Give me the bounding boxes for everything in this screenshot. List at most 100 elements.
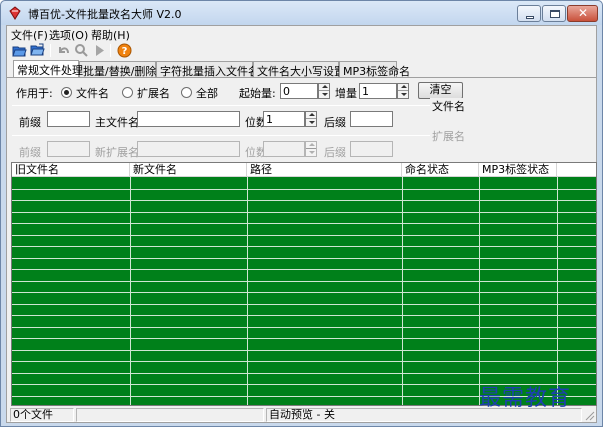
close-icon: ✕ — [578, 6, 589, 20]
tab-border — [7, 77, 596, 78]
svg-text:?: ? — [122, 46, 128, 57]
menu-help[interactable]: 帮助(H) — [91, 27, 130, 43]
minimize-icon — [526, 16, 534, 19]
spin-down-icon — [322, 93, 328, 96]
filename-group-border — [12, 105, 432, 106]
row-divider — [12, 223, 596, 224]
ext-prefix-input[interactable] — [47, 141, 90, 157]
app-window: 博百优-文件批量改名大师 V2.0 ✕ 文件(F) 选项(O) 帮助(H) ? … — [0, 0, 603, 427]
list-body[interactable] — [12, 177, 596, 405]
minimize-button[interactable] — [517, 5, 541, 22]
ext-suffix-input[interactable] — [350, 141, 393, 157]
undo-icon[interactable] — [56, 43, 71, 58]
radio-filename[interactable] — [61, 87, 72, 98]
toolbar-separator — [50, 44, 51, 57]
tab-mp3-tags[interactable]: MP3标签命名 — [339, 61, 410, 78]
step-spinner[interactable] — [397, 83, 409, 99]
toolbar: ? — [7, 42, 596, 60]
search-icon[interactable] — [74, 43, 89, 58]
start-spinner[interactable] — [318, 83, 330, 99]
apply-to-label: 作用于: — [16, 87, 53, 100]
row-divider — [12, 189, 596, 190]
tab-case-settings[interactable]: 文件名大小写设置 — [253, 61, 345, 78]
ext-digits-input[interactable] — [263, 141, 305, 157]
spin-up-icon — [322, 85, 328, 88]
client-area: 文件(F) 选项(O) 帮助(H) ? 常规文件处理 批量/替换/删除 字符批量… — [6, 25, 597, 423]
column-mp3-status[interactable]: MP3标签状态 — [479, 163, 557, 177]
column-new-name[interactable]: 新文件名 — [130, 163, 247, 177]
main-filename-label: 主文件名 — [95, 116, 139, 129]
title-bar[interactable]: 博百优-文件批量改名大师 V2.0 ✕ — [1, 1, 602, 25]
row-divider — [12, 200, 596, 201]
tab-strip: 常规文件处理 批量/替换/删除 字符批量插入文件名 文件名大小写设置 MP3标签… — [7, 60, 596, 78]
spin-up-icon — [401, 85, 407, 88]
clear-button[interactable]: 清空 — [418, 82, 463, 99]
main-filename-input[interactable] — [137, 111, 240, 127]
radio-filename-label[interactable]: 文件名 — [76, 85, 109, 101]
maximize-icon — [550, 10, 560, 18]
filename-suffix-input[interactable] — [350, 111, 393, 127]
app-logo-icon — [9, 6, 21, 20]
filename-digits-spinner[interactable] — [305, 111, 317, 127]
extension-group-border — [12, 135, 432, 136]
row-divider — [12, 269, 596, 270]
spin-up-icon — [309, 113, 315, 116]
row-divider — [12, 281, 596, 282]
new-extension-label: 新扩展名 — [95, 146, 139, 159]
menu-file[interactable]: 文件(F) — [11, 27, 48, 43]
tab-general[interactable]: 常规文件处理 — [13, 60, 83, 77]
new-extension-input[interactable] — [137, 141, 240, 157]
help-icon[interactable]: ? — [117, 43, 132, 58]
filename-group-title: 文件名 — [430, 98, 467, 114]
ext-digits-spinner[interactable] — [305, 141, 317, 157]
window-title: 博百优-文件批量改名大师 V2.0 — [28, 8, 182, 21]
row-divider — [12, 373, 596, 374]
step-label: 增量 — [335, 87, 357, 100]
spin-down-icon — [309, 151, 315, 154]
row-divider — [12, 304, 596, 305]
filename-prefix-label: 前缀 — [19, 116, 41, 129]
toolbar-separator — [110, 44, 111, 57]
close-button[interactable]: ✕ — [567, 5, 598, 22]
list-header: 旧文件名 新文件名 路径 命名状态 MP3标签状态 — [12, 163, 596, 177]
resize-grip-icon[interactable] — [583, 409, 595, 421]
ext-prefix-label: 前缀 — [19, 146, 41, 159]
radio-extension[interactable] — [122, 87, 133, 98]
open-folder-icon[interactable] — [30, 43, 45, 58]
spin-up-icon — [309, 143, 315, 146]
row-divider — [12, 361, 596, 362]
file-list[interactable]: 旧文件名 新文件名 路径 命名状态 MP3标签状态 — [11, 162, 597, 406]
spin-down-icon — [309, 121, 315, 124]
start-label: 起始量: — [239, 87, 276, 100]
row-divider — [12, 315, 596, 316]
maximize-button[interactable] — [542, 5, 566, 22]
column-rename-status[interactable]: 命名状态 — [402, 163, 479, 177]
watermark-logo: 最需教育 — [479, 386, 572, 411]
filename-prefix-input[interactable] — [47, 111, 90, 127]
row-divider — [12, 246, 596, 247]
tab-replace-delete[interactable]: 批量/替换/删除 — [79, 61, 156, 78]
row-divider — [12, 292, 596, 293]
filename-digits-input[interactable]: 1 — [263, 111, 305, 127]
step-input[interactable]: 1 — [359, 83, 397, 99]
start-input[interactable]: 0 — [280, 83, 318, 99]
ext-suffix-label: 后缀 — [324, 146, 346, 159]
tab-insert-chars[interactable]: 字符批量插入文件名 — [156, 61, 259, 78]
status-middle — [76, 408, 264, 422]
menu-options[interactable]: 选项(O) — [49, 27, 88, 43]
row-divider — [12, 338, 596, 339]
column-old-name[interactable]: 旧文件名 — [12, 163, 130, 177]
radio-all-label[interactable]: 全部 — [196, 85, 218, 101]
spin-down-icon — [401, 93, 407, 96]
row-divider — [12, 327, 596, 328]
row-divider — [12, 235, 596, 236]
play-icon[interactable] — [92, 43, 107, 58]
row-divider — [12, 350, 596, 351]
menu-bar: 文件(F) 选项(O) 帮助(H) — [7, 26, 596, 42]
radio-extension-label[interactable]: 扩展名 — [137, 85, 170, 101]
extension-group-title: 扩展名 — [430, 128, 467, 144]
row-divider — [12, 212, 596, 213]
radio-all[interactable] — [181, 87, 192, 98]
column-path[interactable]: 路径 — [247, 163, 402, 177]
open-file-icon[interactable] — [12, 43, 27, 58]
